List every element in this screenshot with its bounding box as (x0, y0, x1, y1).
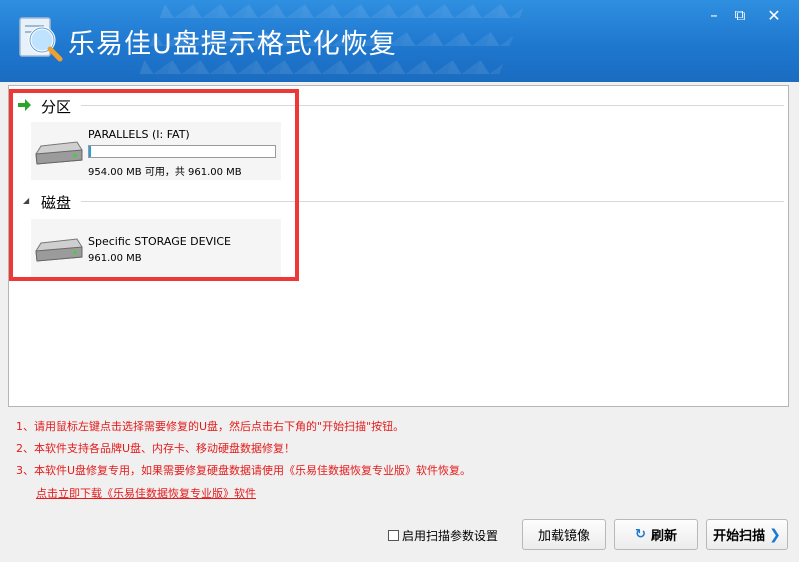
collapse-arrow-icon: ◢ (23, 196, 30, 205)
close-button[interactable]: ✕ (757, 0, 791, 30)
partition-usage-bar (88, 145, 276, 158)
refresh-button[interactable]: ↻ 刷新 (614, 519, 698, 550)
hard-drive-icon (35, 238, 83, 262)
green-arrow-icon (18, 99, 31, 111)
section-divider (81, 105, 784, 106)
partition-section-label: 分区 (41, 98, 72, 116)
disk-item[interactable]: Specific STORAGE DEVICE 961.00 MB (31, 219, 281, 277)
chevron-right-icon: ❯ (769, 526, 781, 543)
scan-params-checkbox[interactable]: 启用扫描参数设置 (388, 527, 498, 544)
app-logo-magnifier-icon (19, 17, 63, 62)
load-image-label: 加载镜像 (537, 529, 590, 544)
refresh-label: 刷新 (650, 529, 677, 544)
app-title: 乐易佳U盘提示格式化恢复 (68, 29, 397, 60)
tip-line-2: 2、本软件支持各品牌U盘、内存卡、移动硬盘数据修复！ (16, 442, 296, 455)
section-divider (81, 201, 784, 202)
disk-size: 961.00 MB (88, 253, 142, 264)
download-pro-link[interactable]: 点击立即下载《乐易佳数据恢复专业版》软件 (36, 485, 256, 501)
maximize-button[interactable]: ⧉ (723, 0, 757, 30)
checkbox-box[interactable] (388, 530, 399, 541)
refresh-icon: ↻ (635, 527, 646, 542)
partition-item[interactable]: PARALLELS (I: FAT) 954.00 MB 可用，共 961.00… (31, 122, 281, 180)
partition-section-header[interactable]: 分区 (9, 95, 788, 116)
disk-section-label: 磁盘 (41, 194, 72, 212)
tip-line-3: 3、本软件U盘修复专用，如果需要修复硬盘数据请使用《乐易佳数据恢复专业版》软件恢… (16, 464, 472, 477)
hard-drive-icon (35, 141, 83, 165)
partition-free-space: 954.00 MB 可用，共 961.00 MB (88, 167, 242, 178)
disk-section-header[interactable]: ◢ 磁盘 (9, 191, 788, 212)
start-scan-label: 开始扫描 (713, 529, 766, 544)
load-image-button[interactable]: 加载镜像 (522, 519, 606, 550)
partition-name: PARALLELS (I: FAT) (88, 128, 190, 141)
title-bar: 乐易佳U盘提示格式化恢复 – ⧉ ✕ (0, 0, 799, 82)
disk-name: Specific STORAGE DEVICE (88, 235, 231, 248)
tip-line-1: 1、请用鼠标左键点击选择需要修复的U盘，然后点击右下角的"开始扫描"按钮。 (16, 420, 405, 433)
start-scan-button[interactable]: 开始扫描 ❯ (706, 519, 788, 550)
device-list-panel: 分区 PARALLELS (I: FAT) 954.00 MB 可用，共 961… (8, 85, 789, 407)
partition-usage-fill (89, 146, 91, 157)
scan-params-label: 启用扫描参数设置 (402, 529, 499, 543)
